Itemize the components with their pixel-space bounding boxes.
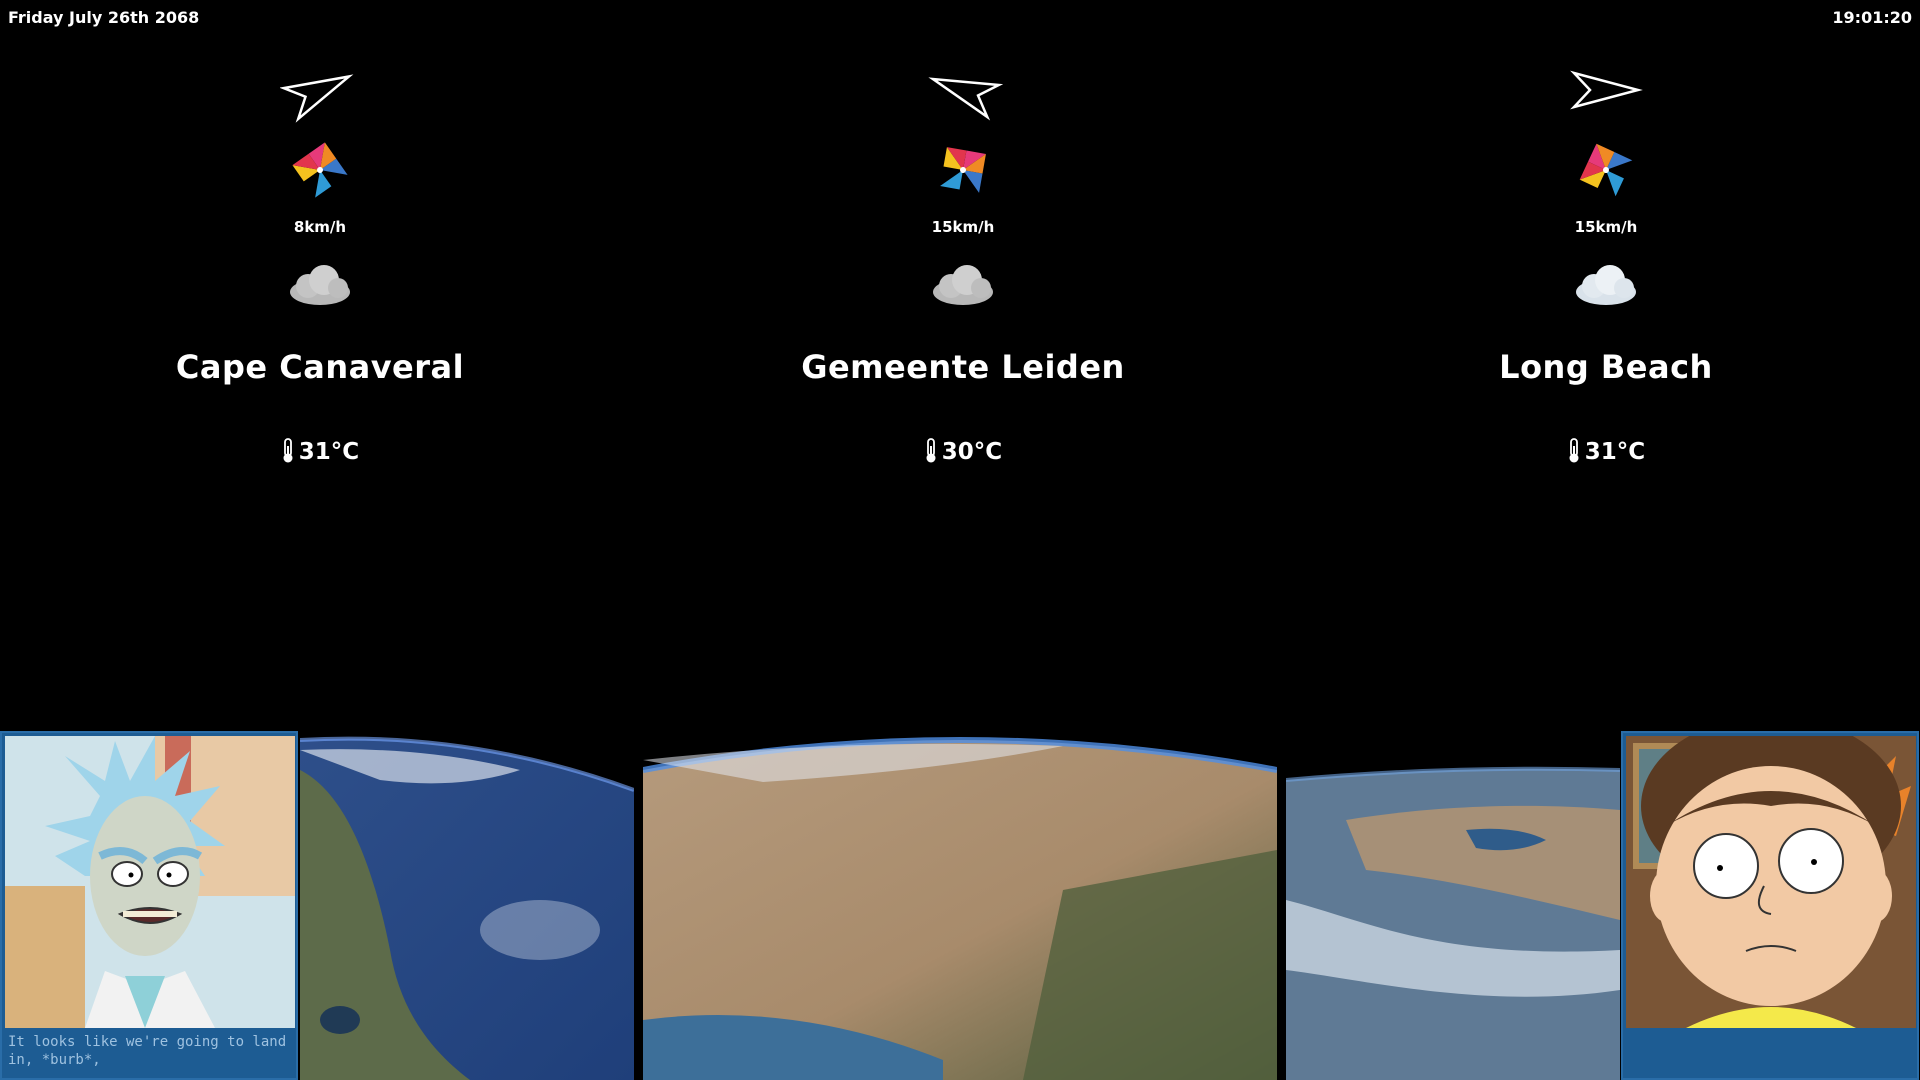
character-portrait-right: [1621, 731, 1919, 1080]
thermometer-icon: [926, 438, 936, 463]
earth-view-cape-canaveral: [300, 730, 634, 1080]
city-name: Long Beach: [1499, 348, 1713, 386]
earth-view-gemeente-leiden: [643, 730, 1277, 1080]
city-name: Gemeente Leiden: [801, 348, 1125, 386]
weather-card-long-beach: 15km/h Long Beach 31°C: [1286, 0, 1920, 540]
weather-card-gemeente-leiden: 15km/h Gemeente Leiden 30°C: [643, 0, 1283, 540]
earth-view-long-beach: [1286, 730, 1620, 1080]
cloud-icon: [290, 265, 350, 305]
temperature-value: 31°C: [1584, 439, 1646, 465]
pinwheel-icon: [292, 142, 348, 198]
thermometer-icon: [1569, 438, 1579, 463]
character-image-morty: [1626, 736, 1916, 1028]
thermometer-icon: [283, 438, 293, 463]
city-name: Cape Canaveral: [175, 348, 465, 386]
character-portrait-left: It looks like we're going to land in, *b…: [0, 731, 298, 1080]
wind-speed: 15km/h: [1574, 218, 1638, 236]
pinwheel-icon: [1579, 143, 1633, 197]
navigation-arrow-icon: [928, 77, 1003, 121]
navigation-arrow-icon: [280, 74, 354, 123]
wind-speed: 15km/h: [931, 218, 995, 236]
pinwheel-icon: [940, 147, 986, 193]
temperature-value: 30°C: [941, 439, 1003, 465]
temperature: 31°C: [1286, 438, 1920, 465]
cloud-icon: [933, 265, 993, 305]
navigation-arrow-icon: [1570, 70, 1643, 110]
cloud-icon: [1576, 265, 1636, 305]
wind-speed: 8km/h: [293, 218, 347, 236]
weather-card-cape-canaveral: 8km/h Cape Canaveral 31°C: [0, 0, 640, 540]
temperature: 30°C: [643, 438, 1283, 465]
temperature: 31°C: [0, 438, 640, 465]
dialogue-caption: It looks like we're going to land in, *b…: [8, 1034, 287, 1068]
temperature-value: 31°C: [298, 439, 360, 465]
character-image-rick: [5, 736, 295, 1028]
